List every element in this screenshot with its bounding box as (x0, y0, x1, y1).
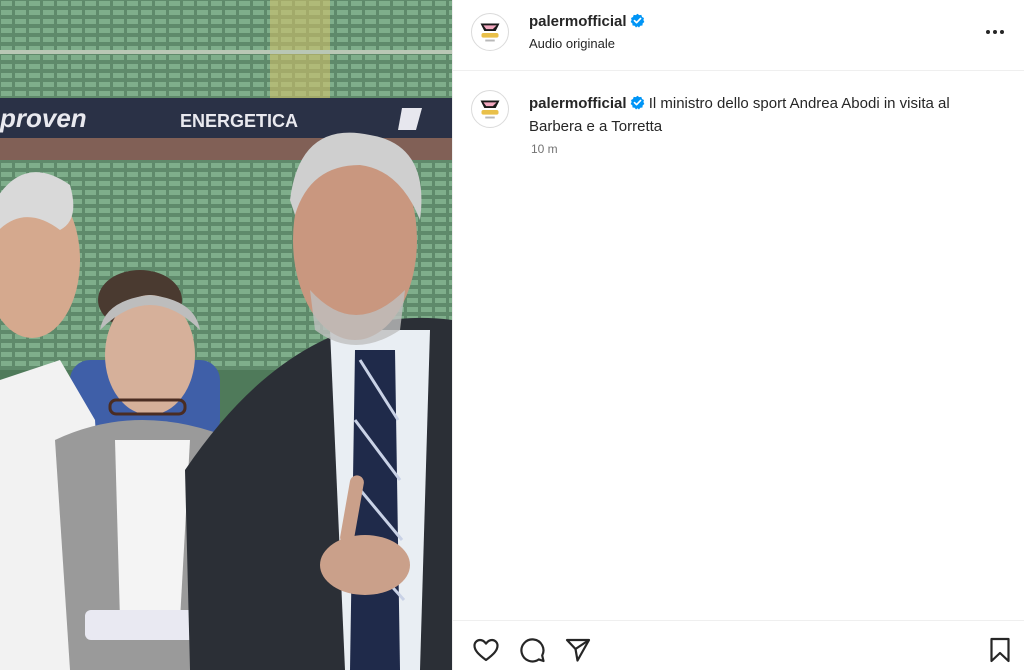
send-icon (565, 638, 591, 662)
comment-button[interactable] (518, 636, 546, 664)
verified-badge-icon (630, 95, 644, 110)
heart-icon (473, 638, 499, 662)
caption-avatar[interactable] (471, 90, 509, 128)
caption-username-link[interactable]: palermofficial (529, 95, 627, 112)
banner-text-left: proven (0, 103, 87, 133)
action-bar (453, 620, 1024, 670)
like-button[interactable] (472, 636, 500, 664)
palermo-logo-icon (472, 91, 508, 127)
avatar[interactable] (471, 13, 509, 51)
video-frame: proven ENERGETICA (0, 0, 452, 670)
more-options-icon (986, 30, 990, 34)
palermo-logo-icon (472, 14, 508, 50)
post-author: palermofficial (529, 13, 645, 31)
comment-icon (520, 638, 545, 663)
banner-text-center: ENERGETICA (180, 111, 298, 131)
more-options-button[interactable] (983, 22, 1007, 42)
verified-badge-icon (630, 13, 644, 28)
post-timestamp[interactable]: 10 m (531, 142, 558, 156)
audio-link[interactable]: Audio originale (529, 36, 615, 51)
share-button[interactable] (564, 636, 592, 664)
post-details-panel: palermofficial Audio originale palermoff… (452, 0, 1024, 670)
post-caption: palermofficial Il ministro dello sport A… (529, 92, 999, 138)
post-header: palermofficial Audio originale (453, 0, 1024, 71)
bookmark-icon (990, 637, 1010, 663)
save-button[interactable] (986, 636, 1014, 664)
post-media[interactable]: proven ENERGETICA (0, 0, 452, 670)
username-link[interactable]: palermofficial (529, 13, 627, 30)
